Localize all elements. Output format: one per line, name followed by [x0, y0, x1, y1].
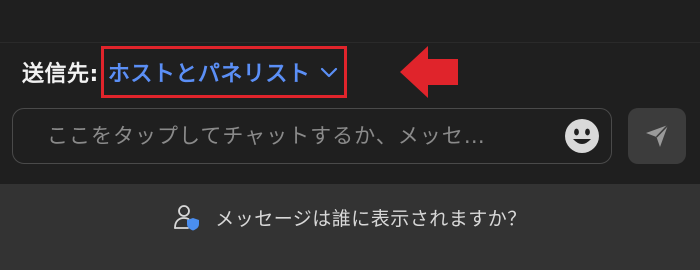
recipient-row: 送信先: ホストとパネリスト	[22, 46, 348, 98]
chat-input-container	[12, 108, 612, 164]
user-shield-icon	[174, 205, 200, 231]
divider	[0, 42, 700, 43]
emoji-button[interactable]	[563, 117, 601, 155]
privacy-text: メッセージは誰に表示されますか？	[215, 207, 527, 230]
emoji-icon	[565, 119, 599, 153]
privacy-info: メッセージは誰に表示されますか？	[173, 203, 527, 231]
recipient-value: ホストとパネリスト	[107, 62, 311, 87]
chevron-down-icon	[320, 63, 338, 81]
privacy-footer[interactable]: メッセージは誰に表示されますか？	[0, 184, 700, 270]
recipient-dropdown[interactable]: ホストとパネリスト	[100, 46, 348, 98]
chat-composer-panel: 送信先: ホストとパネリスト ここをタップしてチャットするか、メッセ… メッセー…	[0, 0, 700, 270]
send-icon	[646, 124, 669, 147]
recipient-label: 送信先:	[22, 62, 99, 87]
chat-input[interactable]	[13, 108, 563, 164]
send-button[interactable]	[628, 108, 686, 164]
arrow-left-icon	[400, 46, 458, 98]
